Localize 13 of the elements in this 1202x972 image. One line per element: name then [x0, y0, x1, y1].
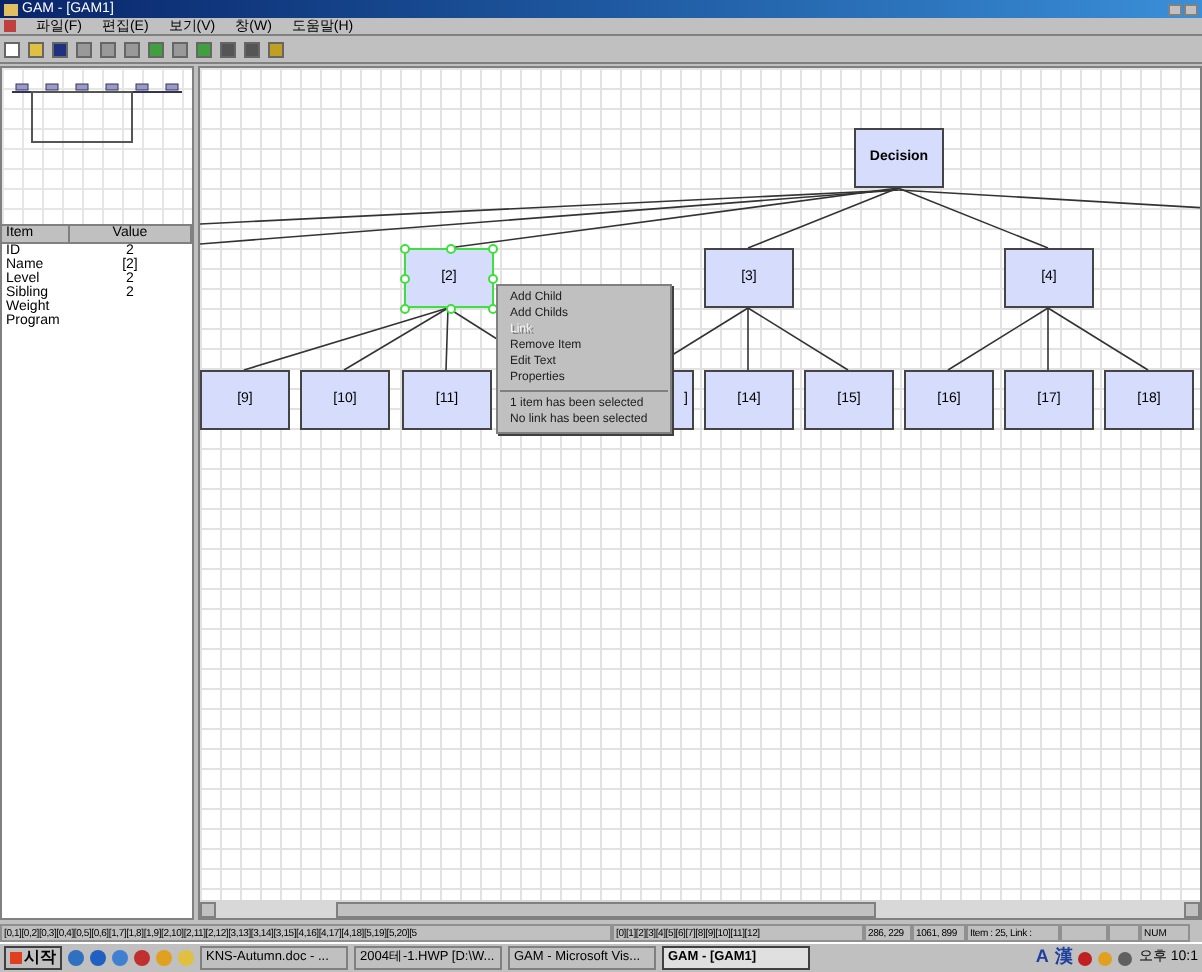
scroll-right-icon[interactable]	[1184, 901, 1200, 917]
app-icon	[4, 3, 18, 15]
status-field	[1108, 923, 1140, 941]
minimize-icon[interactable]	[1168, 3, 1182, 15]
tray-text[interactable]: 漢	[1054, 944, 1073, 972]
document-icon	[4, 20, 16, 32]
tray-text[interactable]: A	[1035, 944, 1049, 972]
scrollbar-thumb[interactable]	[336, 901, 876, 917]
status-field	[1060, 923, 1108, 941]
scroll-left-icon[interactable]	[200, 901, 216, 917]
maximize-icon[interactable]	[1184, 3, 1198, 15]
windows-logo-icon	[10, 952, 22, 964]
start-button[interactable]: 시작	[4, 946, 62, 970]
